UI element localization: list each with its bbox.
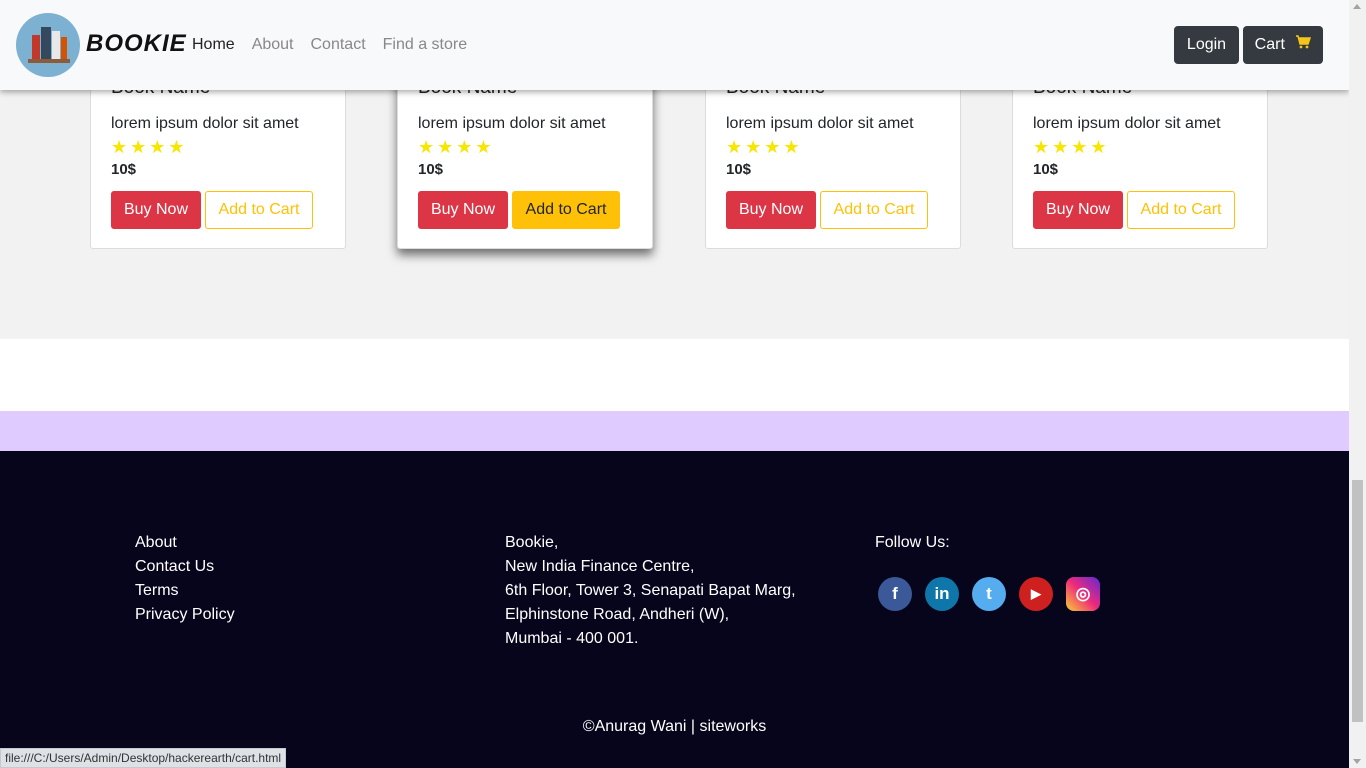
login-button[interactable]: Login bbox=[1174, 26, 1239, 64]
instagram-icon[interactable]: ◎ bbox=[1066, 577, 1100, 611]
book-price: 10$ bbox=[726, 161, 752, 178]
star-rating-icon: ★★★★ bbox=[111, 137, 188, 157]
nav-contact[interactable]: Contact bbox=[311, 36, 366, 54]
cart-button[interactable]: Cart bbox=[1243, 26, 1323, 64]
copyright: ©Anurag Wani | siteworks bbox=[582, 718, 767, 735]
twitter-icon[interactable]: t bbox=[972, 577, 1006, 611]
buy-now-button[interactable]: Buy Now bbox=[111, 191, 201, 229]
page: Book Name lorem ipsum dolor sit amet ★★★… bbox=[0, 0, 1349, 768]
bookie-logo-icon[interactable] bbox=[16, 13, 80, 77]
book-description: lorem ipsum dolor sit amet bbox=[111, 115, 299, 132]
cart-label: Cart bbox=[1254, 36, 1285, 54]
social-links: f in t ▶ ◎ bbox=[878, 577, 1113, 611]
book-price: 10$ bbox=[418, 161, 444, 178]
youtube-icon[interactable]: ▶ bbox=[1019, 577, 1053, 611]
lavender-divider bbox=[0, 411, 1349, 451]
footer-link-terms[interactable]: Terms bbox=[135, 579, 235, 603]
add-to-cart-button[interactable]: Add to Cart bbox=[1127, 191, 1235, 229]
scroll-down-arrow-icon[interactable] bbox=[1353, 759, 1361, 764]
buy-now-button[interactable]: Buy Now bbox=[726, 191, 816, 229]
scroll-up-arrow-icon[interactable] bbox=[1353, 4, 1361, 9]
book-description: lorem ipsum dolor sit amet bbox=[418, 115, 606, 132]
status-bar-url: file:///C:/Users/Admin/Desktop/hackerear… bbox=[0, 748, 287, 768]
navbar: BOOKIE Home About Contact Find a store L… bbox=[0, 0, 1349, 90]
nav-find-a-store[interactable]: Find a store bbox=[383, 36, 467, 54]
page-scrollbar[interactable] bbox=[1349, 0, 1366, 768]
nav-links: Home About Contact Find a store bbox=[192, 36, 484, 54]
buy-now-button[interactable]: Buy Now bbox=[1033, 191, 1123, 229]
footer-link-privacy-policy[interactable]: Privacy Policy bbox=[135, 603, 235, 627]
nav-about[interactable]: About bbox=[252, 36, 294, 54]
footer-link-about[interactable]: About bbox=[135, 531, 235, 555]
footer: About Contact Us Terms Privacy Policy Bo… bbox=[0, 451, 1349, 768]
book-price: 10$ bbox=[1033, 161, 1059, 178]
address-line: Mumbai - 400 001. bbox=[505, 630, 639, 647]
add-to-cart-button[interactable]: Add to Cart bbox=[512, 191, 620, 229]
nav-home[interactable]: Home bbox=[192, 36, 235, 54]
facebook-icon[interactable]: f bbox=[878, 577, 912, 611]
address-line: Elphinstone Road, Andheri (W), bbox=[505, 606, 730, 623]
address-line: New India Finance Centre, bbox=[505, 558, 695, 575]
add-to-cart-button[interactable]: Add to Cart bbox=[205, 191, 313, 229]
scrollbar-thumb[interactable] bbox=[1352, 480, 1363, 722]
address-line: 6th Floor, Tower 3, Senapati Bapat Marg, bbox=[505, 582, 796, 599]
linkedin-icon[interactable]: in bbox=[925, 577, 959, 611]
footer-address: Bookie, New India Finance Centre, 6th Fl… bbox=[505, 531, 796, 651]
book-description: lorem ipsum dolor sit amet bbox=[726, 115, 914, 132]
address-line: Bookie, bbox=[505, 534, 559, 551]
book-description: lorem ipsum dolor sit amet bbox=[1033, 115, 1221, 132]
footer-link-contact-us[interactable]: Contact Us bbox=[135, 555, 235, 579]
star-rating-icon: ★★★★ bbox=[418, 137, 495, 157]
footer-links: About Contact Us Terms Privacy Policy bbox=[135, 531, 235, 627]
follow-us-label: Follow Us: bbox=[875, 534, 950, 551]
buy-now-button[interactable]: Buy Now bbox=[418, 191, 508, 229]
add-to-cart-button[interactable]: Add to Cart bbox=[820, 191, 928, 229]
star-rating-icon: ★★★★ bbox=[726, 137, 803, 157]
brand-name[interactable]: BOOKIE bbox=[86, 30, 187, 58]
spacer-band bbox=[0, 339, 1349, 411]
cart-icon bbox=[1295, 26, 1312, 64]
book-price: 10$ bbox=[111, 161, 137, 178]
star-rating-icon: ★★★★ bbox=[1033, 137, 1110, 157]
